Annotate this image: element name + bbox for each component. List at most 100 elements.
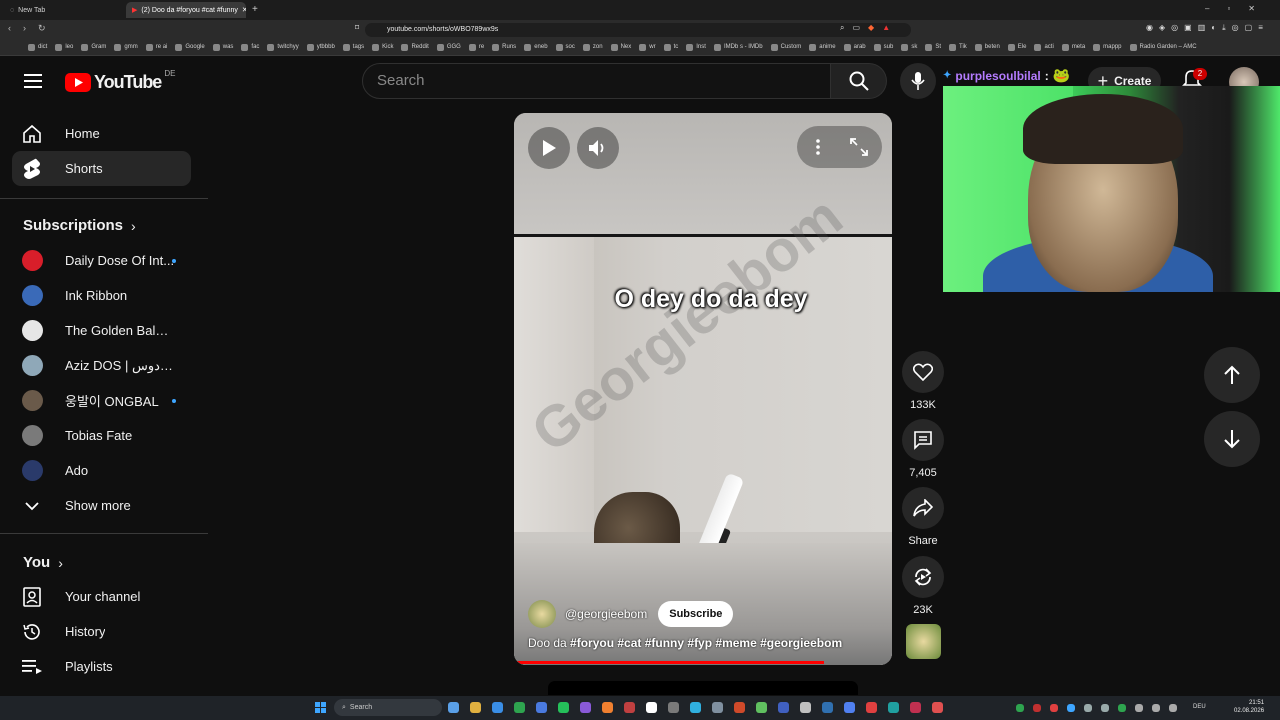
extension-icon[interactable]: ◐ [1211, 23, 1216, 33]
windows-start-icon[interactable] [315, 702, 326, 715]
tray-icon[interactable] [1169, 704, 1177, 712]
bookmark-item[interactable]: sub [873, 43, 893, 51]
bookmark-item[interactable]: tags [342, 43, 364, 51]
bookmark-item[interactable]: meta [1061, 43, 1085, 51]
tray-icon[interactable] [1084, 704, 1092, 712]
volume-button[interactable] [577, 127, 619, 169]
maximize-icon[interactable]: ▫ [1227, 4, 1230, 13]
comments-button[interactable] [902, 419, 944, 461]
bookmark-item[interactable]: Google [175, 43, 205, 51]
fullscreen-icon[interactable] [850, 138, 868, 161]
bookmark-item[interactable]: acti [1034, 43, 1054, 51]
channel-avatar[interactable] [528, 600, 556, 628]
channel-name[interactable]: @georgieebom [565, 607, 647, 621]
bookmark-item[interactable]: eneb [524, 43, 548, 51]
taskbar-app-icon[interactable] [690, 702, 701, 713]
bookmark-item[interactable]: fac [241, 43, 259, 51]
sidebar-icon[interactable]: ▥ [1198, 23, 1206, 33]
sidebar-subscription-item[interactable]: Tobias Fate [12, 418, 191, 453]
url-field[interactable]: youtube.com/shorts/oWBO789wx9s [365, 23, 911, 37]
share-button[interactable] [902, 487, 944, 529]
extension-icon[interactable]: ◈ [1159, 23, 1165, 33]
extension-icon[interactable]: ◉ [1146, 23, 1153, 33]
bookmark-item[interactable]: Radio Garden – AMC [1129, 43, 1197, 51]
menu-icon[interactable]: ≡ [1258, 23, 1263, 33]
extension-icon[interactable]: ▣ [1184, 23, 1192, 33]
sidebar-item-playlists[interactable]: Playlists [12, 649, 191, 684]
bookmark-item[interactable]: Nex [610, 43, 631, 51]
taskbar-app-icon[interactable] [668, 702, 679, 713]
close-window-icon[interactable]: ✕ [1248, 4, 1255, 13]
tray-icon[interactable] [1050, 704, 1058, 712]
like-button[interactable] [902, 351, 944, 393]
sound-thumbnail[interactable] [906, 624, 941, 659]
new-tab-button[interactable]: + [252, 4, 258, 15]
taskbar-app-icon[interactable] [866, 702, 877, 713]
bookmark-item[interactable]: Tik [949, 43, 967, 51]
taskbar-app-icon[interactable] [492, 702, 503, 713]
bookmark-item[interactable]: anime [809, 43, 836, 51]
minimize-icon[interactable]: – [1205, 4, 1209, 13]
taskbar-app-icon[interactable] [536, 702, 547, 713]
play-button[interactable] [528, 127, 570, 169]
short-description[interactable]: Doo da #foryou #cat #funny #fyp #meme #g… [528, 636, 842, 650]
bookmark-item[interactable]: gmm [114, 43, 138, 51]
bookmark-item[interactable]: IMDb s - IMDb [713, 43, 763, 51]
remix-button[interactable] [902, 556, 944, 598]
bookmark-item[interactable]: beten [974, 43, 1000, 51]
bookmark-item[interactable]: Custom [770, 43, 801, 51]
bookmark-item[interactable]: St [925, 43, 941, 51]
sidebar-item-history[interactable]: History [12, 614, 191, 649]
taskbar-app-icon[interactable] [932, 702, 943, 713]
sidebar-subscription-item[interactable]: Aziz DOS | عزيز دوس [12, 348, 191, 383]
you-header[interactable]: You › [23, 554, 63, 571]
search-input[interactable]: Search [362, 63, 831, 99]
bookmark-item[interactable]: Runs [492, 43, 516, 51]
tray-icon[interactable] [1135, 704, 1143, 712]
download-icon[interactable]: ⤓ [1222, 23, 1226, 33]
bookmark-item[interactable]: Ele [1007, 43, 1026, 51]
taskbar-app-icon[interactable] [778, 702, 789, 713]
youtube-logo[interactable]: YouTube DE [65, 69, 175, 93]
bookmark-item[interactable]: soc [555, 43, 575, 51]
hamburger-menu-icon[interactable] [24, 74, 42, 93]
previous-short-button[interactable] [1204, 347, 1260, 403]
sidebar-subscription-item[interactable]: The Golden Balance [12, 313, 191, 348]
taskbar-app-icon[interactable] [910, 702, 921, 713]
sidebar-subscription-item[interactable]: Ink Ribbon [12, 278, 191, 313]
bookmark-item[interactable]: re [468, 43, 484, 51]
bookmark-item[interactable]: sk [901, 43, 917, 51]
bookmark-item[interactable]: Inst [686, 43, 706, 51]
bookmark-item[interactable]: Reddit [401, 43, 429, 51]
tray-icon[interactable] [1101, 704, 1109, 712]
sidebar-subscription-item[interactable]: 웅발이 ONGBAL [12, 383, 191, 418]
description-hashtags[interactable]: #foryou #cat #funny #fyp #meme #georgiee… [570, 636, 842, 650]
reload-icon[interactable]: ↻ [38, 23, 46, 34]
taskbar-app-icon[interactable] [646, 702, 657, 713]
taskbar-app-icon[interactable] [844, 702, 855, 713]
cast-icon[interactable]: ▭ [852, 23, 860, 33]
tray-icon[interactable] [1067, 704, 1075, 712]
taskbar-app-icon[interactable] [734, 702, 745, 713]
extension-icon[interactable]: ◎ [1232, 23, 1239, 33]
sidebar-item-home[interactable]: Home [12, 116, 191, 151]
brave-wallet-icon[interactable]: ▢ [1245, 23, 1253, 33]
bookmark-item[interactable]: twitchyy [267, 43, 299, 51]
taskbar-search[interactable]: ⌕ Search [334, 699, 442, 716]
bookmark-item[interactable]: GGG [436, 43, 461, 51]
close-tab-icon[interactable]: ✕ [242, 6, 246, 14]
taskbar-app-icon[interactable] [712, 702, 723, 713]
tab-new-tab[interactable]: ◌ New Tab [4, 2, 124, 18]
extension-icon[interactable]: ◎ [1171, 23, 1178, 33]
bookmark-item[interactable]: dict [28, 43, 47, 51]
bookmark-icon[interactable]: ⌑ [355, 23, 359, 32]
keyboard-language[interactable]: DEU [1193, 704, 1206, 710]
taskbar-app-icon[interactable] [470, 702, 481, 713]
bookmark-item[interactable]: was [212, 43, 233, 51]
taskbar-app-icon[interactable] [514, 702, 525, 713]
taskbar-app-icon[interactable] [822, 702, 833, 713]
bookmark-item[interactable]: mappp [1093, 43, 1122, 51]
tray-icon[interactable] [1033, 704, 1041, 712]
video-progress-bar[interactable] [514, 661, 824, 664]
voice-search-button[interactable] [900, 63, 936, 99]
